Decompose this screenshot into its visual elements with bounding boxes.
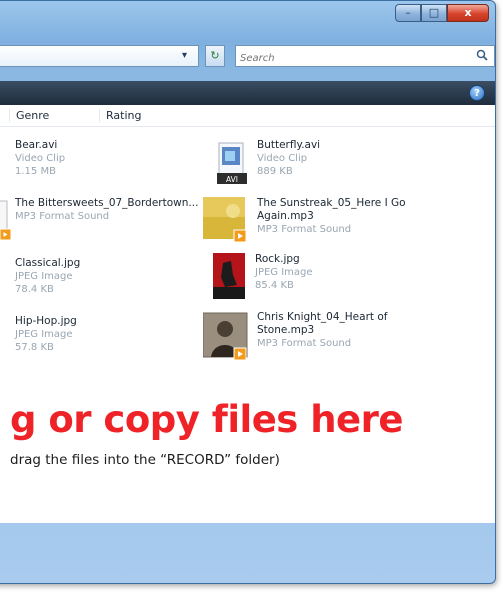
- file-size: 85.4 KB: [255, 280, 294, 291]
- list-item[interactable]: AVI Butterfly.avi Video Clip 889 KB: [213, 139, 453, 199]
- file-size: 1.15 MB: [15, 166, 56, 177]
- command-bar: ?: [0, 81, 495, 105]
- file-type: MP3 Format Sound: [15, 211, 110, 222]
- magnifier-icon[interactable]: [476, 49, 488, 64]
- list-item[interactable]: The Sunstreak_05_Here I Go Again.mp3 MP3…: [203, 197, 443, 257]
- search-box[interactable]: [235, 45, 495, 69]
- close-button[interactable]: x: [447, 4, 489, 22]
- file-type: Video Clip: [15, 153, 66, 164]
- album-art-icon: [202, 311, 249, 361]
- column-header-rating[interactable]: Rating: [99, 109, 219, 122]
- file-type: JPEG Image: [15, 271, 73, 282]
- address-dropdown-icon[interactable]: ▾: [182, 50, 187, 61]
- list-item[interactable]: The Bittersweets_07_Bordertown... MP3 Fo…: [0, 197, 231, 257]
- file-name: Hip-Hop.jpg: [15, 315, 77, 327]
- image-thumbnail-icon: [211, 253, 247, 301]
- column-header-genre[interactable]: Genre: [9, 109, 97, 122]
- refresh-button[interactable]: ↻: [205, 45, 225, 67]
- file-type: MP3 Format Sound: [257, 224, 352, 235]
- file-type: MP3 Format Sound: [257, 338, 352, 349]
- file-type: Video Clip: [257, 153, 308, 164]
- file-name: The Sunstreak_05_Here I Go Again.mp3: [257, 197, 406, 222]
- file-name: The Bittersweets_07_Bordertown...: [15, 197, 199, 209]
- file-type: JPEG Image: [255, 267, 313, 278]
- album-art-icon: [203, 197, 249, 243]
- file-size: 889 KB: [257, 166, 293, 177]
- minimize-button[interactable]: –: [395, 4, 421, 22]
- list-item[interactable]: Rock.jpg JPEG Image 85.4 KB: [211, 253, 451, 313]
- drop-instruction-subtitle: drag the files into the “RECORD” folder): [10, 452, 280, 468]
- file-name: Bear.avi: [15, 139, 58, 151]
- help-icon[interactable]: ?: [469, 85, 485, 101]
- search-input[interactable]: [236, 48, 456, 69]
- file-name: Rock.jpg: [255, 253, 300, 265]
- list-item[interactable]: Chris Knight_04_Heart of Stone.mp3 MP3 F…: [202, 311, 443, 371]
- explorer-window: – □ x ▾ ↻ ? Genre Rating Bear.avi Video …: [0, 0, 496, 584]
- file-type: JPEG Image: [15, 329, 73, 340]
- file-size: 78.4 KB: [15, 284, 54, 295]
- maximize-button[interactable]: □: [421, 4, 447, 22]
- window-controls: – □ x: [395, 4, 489, 22]
- drop-instruction-title: g or copy files here: [10, 398, 404, 441]
- title-bar: – □ x: [0, 1, 495, 31]
- address-bar[interactable]: ▾: [0, 45, 199, 67]
- file-badge-label: AVI: [226, 175, 238, 184]
- file-name: Butterfly.avi: [257, 139, 321, 151]
- file-size: 57.8 KB: [15, 342, 54, 353]
- audio-file-icon: [0, 197, 12, 245]
- address-row: ▾ ↻: [0, 45, 495, 71]
- column-headers: Genre Rating: [0, 105, 495, 127]
- video-file-icon: AVI: [213, 139, 251, 187]
- file-name: Classical.jpg: [15, 257, 81, 269]
- file-name: Chris Knight_04_Heart of Stone.mp3: [257, 311, 388, 336]
